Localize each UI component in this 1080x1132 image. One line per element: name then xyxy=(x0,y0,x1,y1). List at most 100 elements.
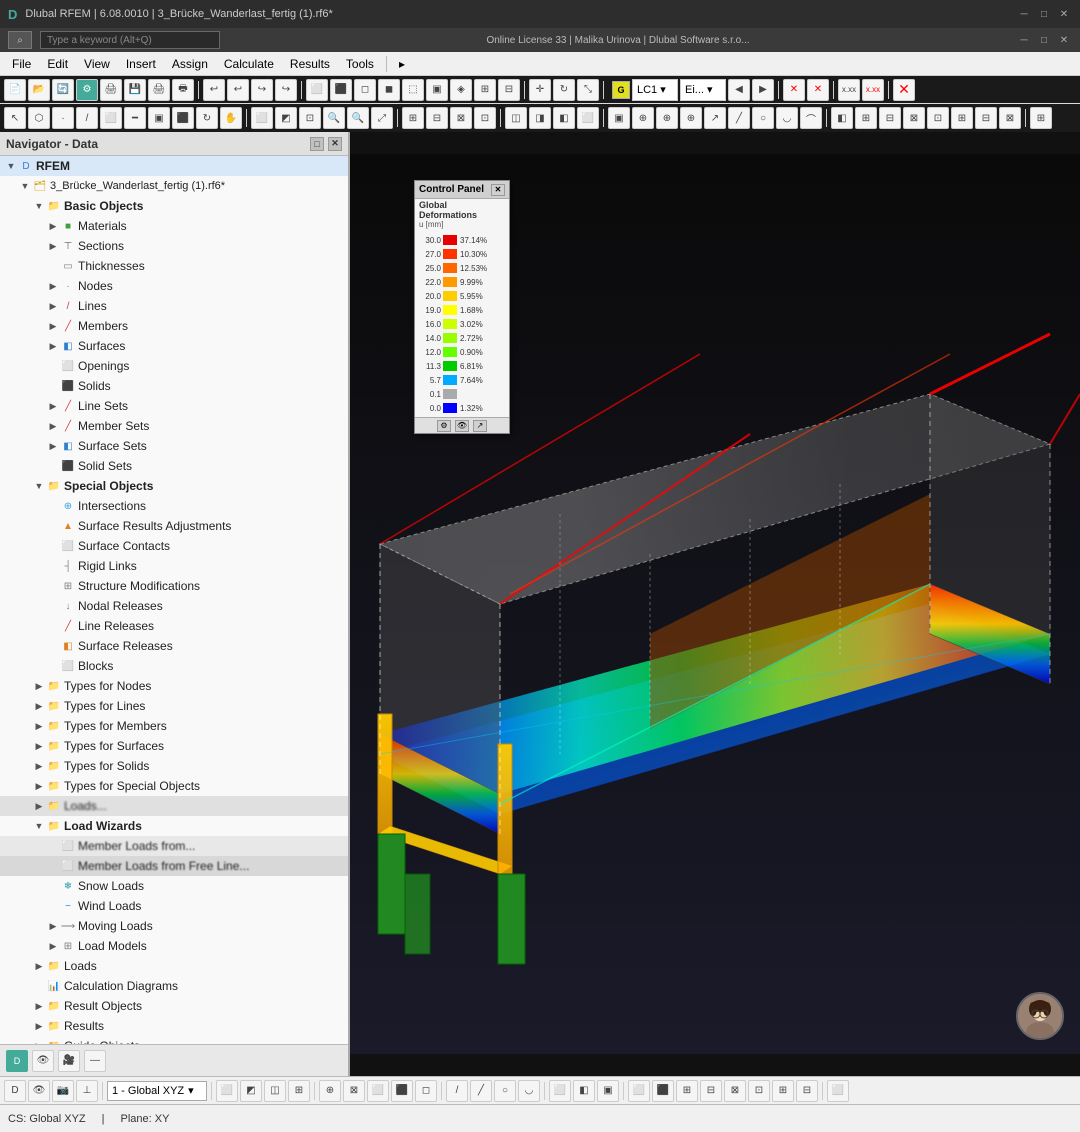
tree-arrow-result-objects[interactable] xyxy=(32,999,46,1013)
tb2-b1[interactable]: ◧ xyxy=(831,107,853,129)
tb-snap9[interactable]: ⊟ xyxy=(498,79,520,101)
nav-display-btn[interactable]: 👁 xyxy=(32,1050,54,1072)
tree-nodes[interactable]: · Nodes xyxy=(0,276,348,296)
bt-e2[interactable]: ◧ xyxy=(573,1080,595,1102)
tree-moving-loads[interactable]: ⟶ Moving Loads xyxy=(0,916,348,936)
tb-print2[interactable]: 🖶 xyxy=(172,79,194,101)
tb2-b7[interactable]: ⊟ xyxy=(975,107,997,129)
menu-tools[interactable]: Tools xyxy=(338,55,382,73)
cp-close-btn[interactable]: ✕ xyxy=(491,184,505,196)
tree-blocks[interactable]: ⬜ Blocks xyxy=(0,656,348,676)
tb2-cursor[interactable]: ↖ xyxy=(4,107,26,129)
tb2-view1[interactable]: ⬜ xyxy=(251,107,273,129)
minimize-button[interactable]: ─ xyxy=(1016,6,1032,22)
cp-settings-btn[interactable]: ⚙ xyxy=(437,420,451,432)
bt-f3[interactable]: ⊞ xyxy=(676,1080,698,1102)
cp-eye-btn[interactable]: 👁 xyxy=(455,420,469,432)
tree-surfaces[interactable]: ◧ Surfaces xyxy=(0,336,348,356)
tb2-surface[interactable]: ⬜ xyxy=(100,107,122,129)
tb-nnn[interactable]: x.xx xyxy=(838,79,860,101)
tree-arrow-load-wizards[interactable] xyxy=(32,819,46,833)
tree-arrow-nodes[interactable] xyxy=(46,279,60,293)
tb2-zoom-out[interactable]: 🔍 xyxy=(347,107,369,129)
tree-result-objects[interactable]: 📁 Result Objects xyxy=(0,996,348,1016)
tb-nnn2[interactable]: x.xx xyxy=(862,79,884,101)
tree-arrow-membersets[interactable] xyxy=(46,419,60,433)
tb2-a1[interactable]: ▣ xyxy=(608,107,630,129)
close-button[interactable]: ✕ xyxy=(1056,6,1072,22)
tb2-side[interactable]: ⊡ xyxy=(474,107,496,129)
tree-surface-contacts[interactable]: ⬜ Surface Contacts xyxy=(0,536,348,556)
tb2-solid[interactable]: ⬛ xyxy=(172,107,194,129)
menu-results[interactable]: Results xyxy=(282,55,338,73)
tb2-a3[interactable]: ⊕ xyxy=(656,107,678,129)
tb2-grid[interactable]: ⊞ xyxy=(1030,107,1052,129)
tb-x-cross2[interactable]: ✕ xyxy=(807,79,829,101)
tree-arrow-types-members[interactable] xyxy=(32,719,46,733)
tree-surface-sets[interactable]: ◧ Surface Sets xyxy=(0,436,348,456)
tree-arrow-rfem[interactable] xyxy=(4,159,18,173)
tree-arrow-linesets[interactable] xyxy=(46,399,60,413)
tb-snap7[interactable]: ◈ xyxy=(450,79,472,101)
tb-save[interactable]: 💾 xyxy=(124,79,146,101)
tree-types-members[interactable]: 📁 Types for Members xyxy=(0,716,348,736)
tree-sections[interactable]: ⊤ Sections xyxy=(0,236,348,256)
tree-arrow-loads-top[interactable] xyxy=(32,799,46,813)
tb2-b3[interactable]: ⊟ xyxy=(879,107,901,129)
bt-b3[interactable]: ◫ xyxy=(264,1080,286,1102)
tb-move[interactable]: ✛ xyxy=(529,79,551,101)
cp-export-btn[interactable]: ↗ xyxy=(473,420,487,432)
tb2-view3[interactable]: ⊡ xyxy=(299,107,321,129)
bt-c4[interactable]: ⬛ xyxy=(391,1080,413,1102)
tree-special-objects[interactable]: 📁 Special Objects xyxy=(0,476,348,496)
bt-b2[interactable]: ◩ xyxy=(240,1080,262,1102)
nav-settings-btn[interactable]: — xyxy=(84,1050,106,1072)
bt-f5[interactable]: ⊠ xyxy=(724,1080,746,1102)
tb-scale[interactable]: ⤡ xyxy=(577,79,599,101)
bt-eye[interactable]: 👁 xyxy=(28,1080,50,1102)
tree-arrow-special[interactable] xyxy=(32,479,46,493)
maximize-button[interactable]: □ xyxy=(1036,6,1052,22)
tree-surface-releases[interactable]: ◧ Surface Releases xyxy=(0,636,348,656)
tree-thicknesses[interactable]: ▭ Thicknesses xyxy=(0,256,348,276)
menu-edit[interactable]: Edit xyxy=(39,55,76,73)
tree-types-lines[interactable]: 📁 Types for Lines xyxy=(0,696,348,716)
bt-c2[interactable]: ⊠ xyxy=(343,1080,365,1102)
tb2-shade[interactable]: ◨ xyxy=(529,107,551,129)
tree-loads[interactable]: 📁 Loads xyxy=(0,956,348,976)
tb2-b5[interactable]: ⊡ xyxy=(927,107,949,129)
tree-surface-results-adj[interactable]: ▲ Surface Results Adjustments xyxy=(0,516,348,536)
tree-member-loads2[interactable]: ⬜ Member Loads from Free Line... xyxy=(0,856,348,876)
tb2-transparent[interactable]: ◧ xyxy=(553,107,575,129)
tb-play-prev[interactable]: ◀ xyxy=(728,79,750,101)
lc-dropdown[interactable]: LC1 ▾ xyxy=(632,79,678,101)
tb2-solid-view[interactable]: ⬜ xyxy=(577,107,599,129)
tree-root-rfem[interactable]: D RFEM xyxy=(0,156,348,176)
tb2-top[interactable]: ⊟ xyxy=(426,107,448,129)
tb-snap5[interactable]: ⬚ xyxy=(402,79,424,101)
tb2-opening[interactable]: ▣ xyxy=(148,107,170,129)
nav-data-btn[interactable]: D xyxy=(6,1050,28,1072)
tb2-view2[interactable]: ◩ xyxy=(275,107,297,129)
tb2-a8[interactable]: ◡ xyxy=(776,107,798,129)
tree-openings[interactable]: ⬜ Openings xyxy=(0,356,348,376)
tree-lines[interactable]: / Lines xyxy=(0,296,348,316)
tb2-rotate3d[interactable]: ↻ xyxy=(196,107,218,129)
bt-f6[interactable]: ⊡ xyxy=(748,1080,770,1102)
bt-g1[interactable]: ⬜ xyxy=(827,1080,849,1102)
tree-guide-objects[interactable]: 📁 Guide Objects xyxy=(0,1036,348,1044)
tb-rotate[interactable]: ↻ xyxy=(553,79,575,101)
tb-play-next[interactable]: ▶ xyxy=(752,79,774,101)
tb2-b8[interactable]: ⊠ xyxy=(999,107,1021,129)
tree-results[interactable]: 📁 Results xyxy=(0,1016,348,1036)
tree-materials[interactable]: ■ Materials xyxy=(0,216,348,236)
nav-close-btn[interactable]: ✕ xyxy=(328,137,342,151)
tree-arrow-project[interactable] xyxy=(18,179,32,193)
tb-undo[interactable]: ↩ xyxy=(203,79,225,101)
tree-calc-diagrams[interactable]: 📊 Calculation Diagrams xyxy=(0,976,348,996)
tree-load-wizards[interactable]: 📁 Load Wizards xyxy=(0,816,348,836)
tree-arrow-materials[interactable] xyxy=(46,219,60,233)
tree-solids[interactable]: ⬛ Solids xyxy=(0,376,348,396)
coord-system-dropdown[interactable]: 1 - Global XYZ ▾ xyxy=(107,1081,207,1101)
tree-line-releases[interactable]: ╱ Line Releases xyxy=(0,616,348,636)
